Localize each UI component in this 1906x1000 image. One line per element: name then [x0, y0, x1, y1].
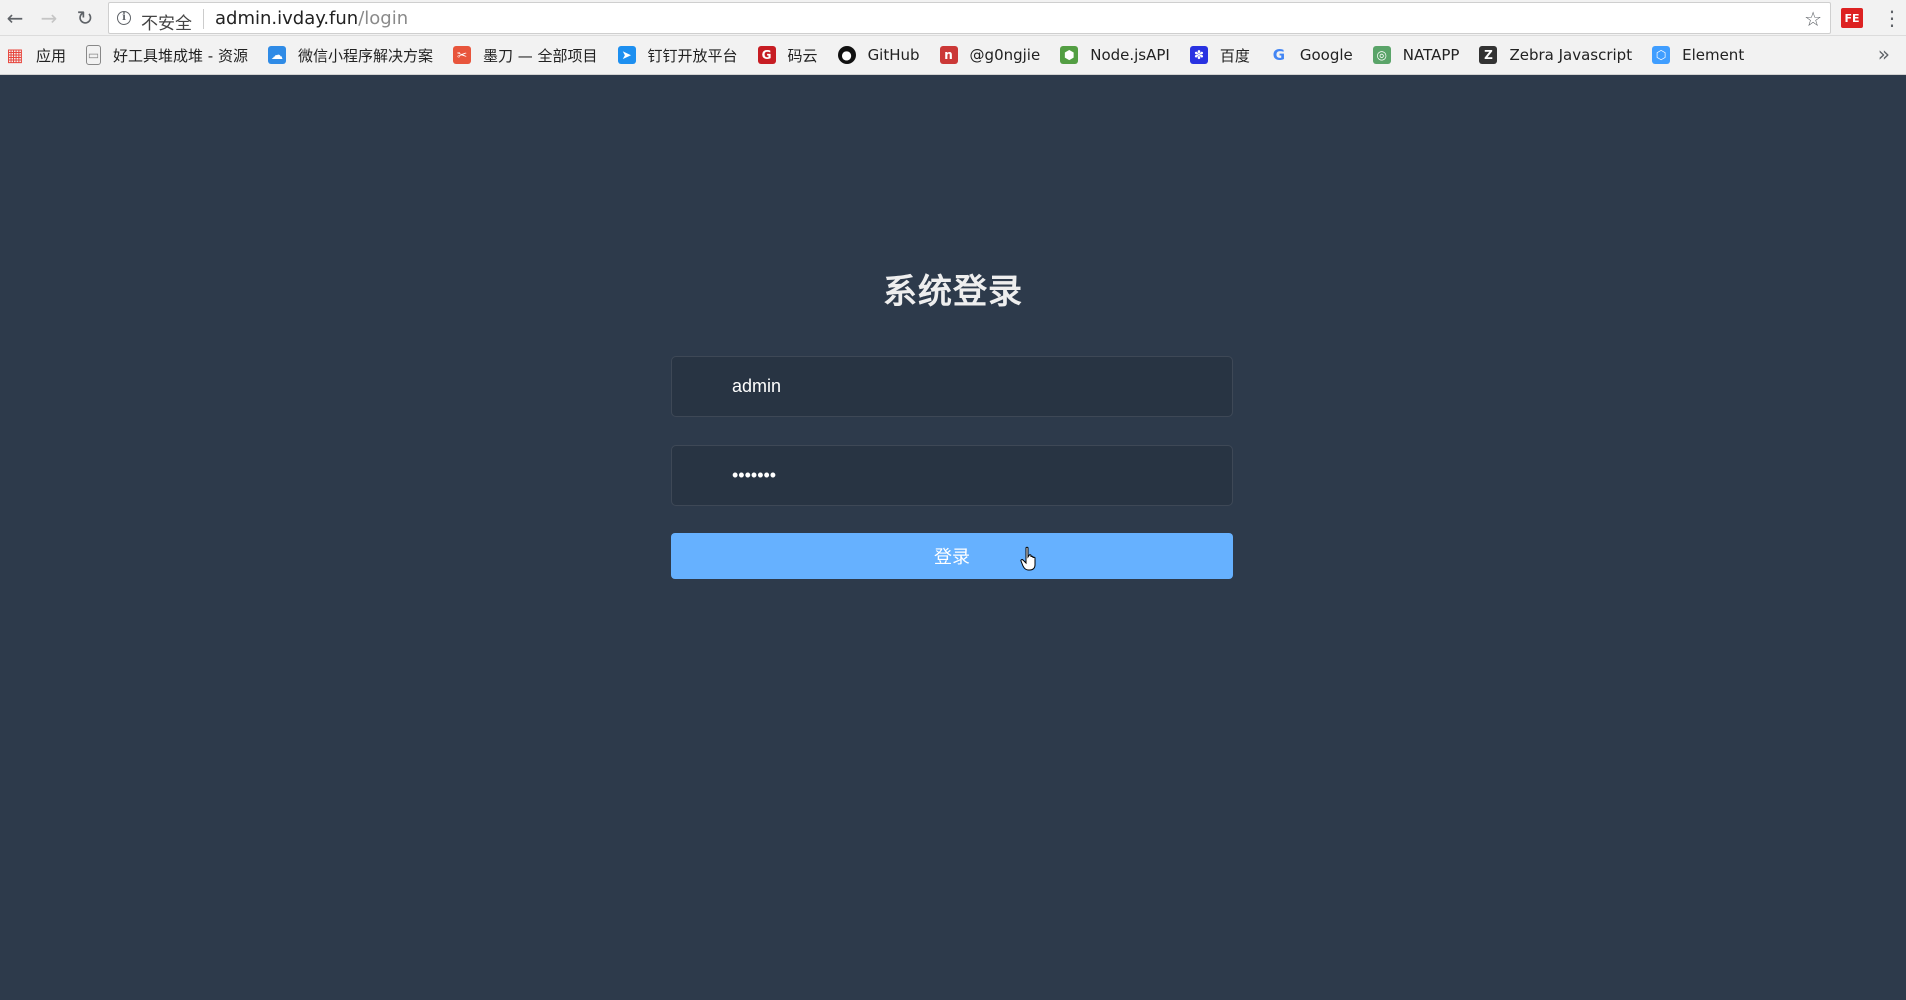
bookmark-label: Zebra Javascript [1509, 46, 1633, 64]
bookmark-label: 码云 [787, 46, 818, 65]
bookmark-label: Node.jsAPI [1090, 46, 1170, 64]
bookmark-item[interactable]: ▦ 应用 [6, 45, 66, 66]
bookmark-item[interactable]: ☁ 微信小程序解决方案 [267, 45, 433, 66]
browser-menu-icon[interactable]: ⋮ [1882, 6, 1902, 30]
password-input[interactable] [732, 446, 1212, 505]
fe-extension-icon[interactable]: FE [1841, 8, 1863, 28]
dingtalk-icon: ➤ [617, 46, 636, 64]
bookmark-item[interactable]: G 码云 [757, 45, 818, 66]
google-icon: G [1272, 46, 1286, 64]
natapp-icon: ◎ [1372, 46, 1391, 64]
zebra-icon: Z [1479, 46, 1498, 64]
bookmark-label: 应用 [36, 46, 67, 65]
url-path: /login [358, 8, 409, 29]
username-field [671, 356, 1233, 417]
bookmark-label: 微信小程序解决方案 [297, 46, 433, 65]
address-bar[interactable]: i 不安全 admin.ivday.fun/login ☆ [108, 2, 1831, 34]
bookmark-label: 百度 [1219, 46, 1250, 65]
bookmark-label: NATAPP [1402, 46, 1460, 64]
bookmark-label: 墨刀 — 全部项目 [482, 46, 598, 65]
security-label[interactable]: 不安全 [141, 9, 192, 34]
bookmark-label: 好工具堆成堆 - 资源 [113, 46, 248, 65]
hand-cursor-icon [1020, 546, 1036, 571]
bookmark-item[interactable]: ⬡ Element [1652, 46, 1744, 64]
bookmark-item[interactable]: ▭ 好工具堆成堆 - 资源 [86, 45, 248, 66]
bookmark-item[interactable]: Z Zebra Javascript [1479, 46, 1632, 64]
gitee-icon: G [757, 46, 776, 64]
login-button[interactable]: 登录 [671, 533, 1233, 579]
bookmark-label: Google [1299, 46, 1353, 64]
bookmark-item[interactable]: n @g0ngjie [939, 46, 1041, 64]
bookmark-item[interactable]: ⬢ Node.jsAPI [1060, 46, 1170, 64]
more-bookmarks-icon[interactable]: » [1878, 42, 1890, 66]
npm-icon: n [939, 46, 958, 64]
page-icon: ▭ [86, 45, 102, 65]
password-field [671, 445, 1233, 506]
browser-toolbar: ← → ↻ i 不安全 admin.ivday.fun/login ☆ FE ⋮ [0, 0, 1906, 36]
bookmark-label: GitHub [867, 46, 920, 64]
bookmark-item[interactable]: ✂ 墨刀 — 全部项目 [452, 45, 598, 66]
baidu-paw-icon: ✽ [1189, 46, 1208, 64]
bookmark-star-icon[interactable]: ☆ [1804, 7, 1822, 31]
bookmarks-bar: ▦ 应用 ▭ 好工具堆成堆 - 资源 ☁ 微信小程序解决方案 ✂ 墨刀 — 全部项目 ➤ 钉钉开放… [0, 36, 1906, 75]
modao-icon: ✂ [452, 46, 471, 64]
bookmark-item[interactable]: ➤ 钉钉开放平台 [617, 45, 738, 66]
url-text[interactable]: admin.ivday.fun/login [215, 8, 408, 29]
bookmark-item[interactable]: ● GitHub [837, 46, 920, 64]
omnibox-divider [203, 9, 204, 29]
reload-icon[interactable]: ↻ [73, 6, 97, 30]
github-icon: ● [837, 46, 856, 64]
bookmark-item[interactable]: G Google [1270, 46, 1353, 64]
nodejs-icon: ⬢ [1060, 46, 1079, 64]
page-title: 系统登录 [883, 272, 1023, 312]
bookmark-item[interactable]: ✽ 百度 [1189, 45, 1250, 66]
bookmark-item[interactable]: ◎ NATAPP [1372, 46, 1460, 64]
url-host: admin.ivday.fun [215, 8, 359, 29]
forward-arrow-icon[interactable]: → [37, 6, 61, 30]
element-icon: ⬡ [1652, 46, 1671, 64]
bookmark-label: @g0ngjie [969, 46, 1041, 64]
bookmark-label: Element [1682, 46, 1745, 64]
apps-grid-icon: ▦ [6, 44, 24, 66]
username-input[interactable] [732, 357, 1212, 416]
info-icon[interactable]: i [117, 11, 131, 25]
back-arrow-icon[interactable]: ← [3, 6, 27, 30]
bookmark-label: 钉钉开放平台 [647, 46, 738, 65]
cloud-icon: ☁ [267, 46, 286, 64]
